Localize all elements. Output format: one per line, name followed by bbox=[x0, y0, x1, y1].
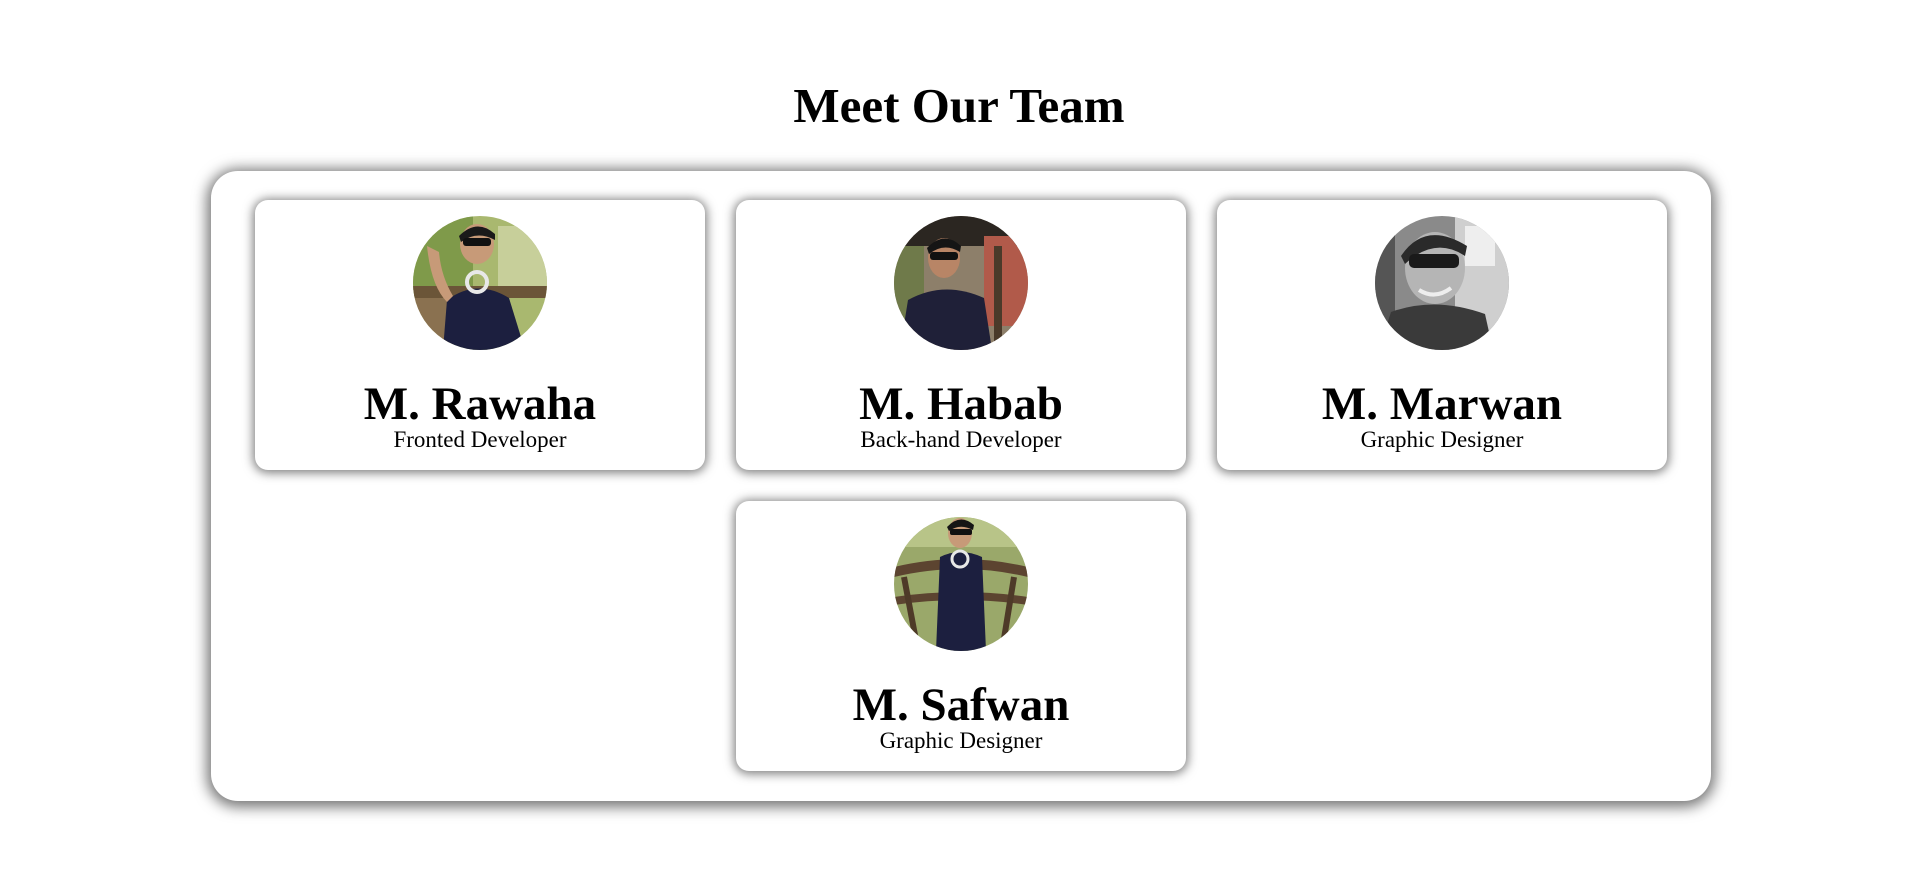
profile-photo-marwan bbox=[1375, 216, 1509, 350]
avatar bbox=[1375, 216, 1509, 350]
member-role: Graphic Designer bbox=[879, 728, 1043, 753]
member-name: M. Marwan bbox=[1321, 378, 1563, 430]
team-card-safwan: M. Safwan Graphic Designer bbox=[736, 501, 1186, 771]
member-name: M. Safwan bbox=[852, 679, 1070, 731]
profile-photo-rawaha bbox=[413, 216, 547, 350]
member-role: Fronted Developer bbox=[393, 427, 567, 452]
member-role: Back-hand Developer bbox=[860, 427, 1062, 452]
profile-photo-habab bbox=[894, 216, 1028, 350]
avatar bbox=[894, 216, 1028, 350]
member-role: Graphic Designer bbox=[1360, 427, 1524, 452]
page-title: Meet Our Team bbox=[793, 78, 1125, 133]
avatar bbox=[894, 517, 1028, 651]
profile-photo-safwan bbox=[894, 517, 1028, 651]
member-name: M. Habab bbox=[859, 378, 1063, 430]
team-card-rawaha: M. Rawaha Fronted Developer bbox=[255, 200, 705, 470]
team-card-habab: M. Habab Back-hand Developer bbox=[736, 200, 1186, 470]
avatar bbox=[413, 216, 547, 350]
team-card-marwan: M. Marwan Graphic Designer bbox=[1217, 200, 1667, 470]
team-panel: M. Rawaha Fronted Developer M. Habab Bac… bbox=[211, 171, 1711, 801]
member-name: M. Rawaha bbox=[363, 378, 597, 430]
